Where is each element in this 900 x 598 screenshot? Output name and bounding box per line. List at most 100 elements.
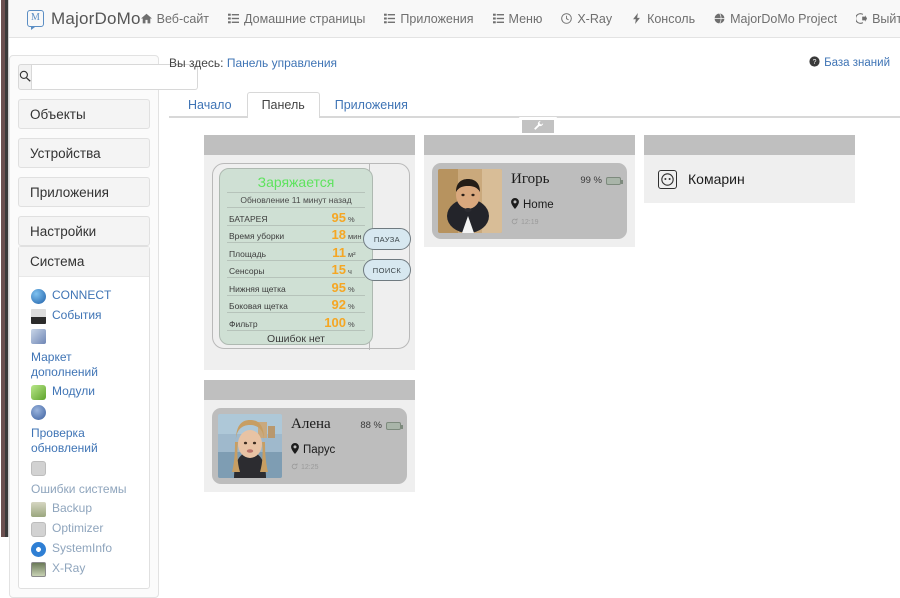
vacuum-find-button[interactable]: ПОИСК bbox=[363, 259, 411, 281]
nav-link-console[interactable]: Консоль bbox=[631, 12, 695, 26]
vacuum-update-text: Обновление 11 минут назад bbox=[227, 192, 365, 208]
sidebar-item-objects[interactable]: Объекты bbox=[18, 99, 150, 129]
nav-link-majordomo-project[interactable]: MajorDoMo Project bbox=[714, 12, 837, 26]
vacuum-stat-unit: % bbox=[348, 319, 355, 329]
sidebar-item-devices[interactable]: Устройства bbox=[18, 138, 150, 168]
panel-header bbox=[424, 135, 635, 155]
tab-panel[interactable]: Панель bbox=[246, 92, 320, 118]
vacuum-stat-row: Нижняя щетка 95 % bbox=[227, 278, 365, 296]
sidebar-item-label: Модули bbox=[52, 384, 95, 398]
sidebar-item-modules[interactable]: Модули bbox=[19, 382, 149, 402]
vacuum-button-label: ПОИСК bbox=[372, 265, 402, 275]
home-icon bbox=[140, 13, 152, 24]
backup-icon bbox=[31, 502, 46, 517]
person-updated-time: 12:25 bbox=[301, 464, 319, 471]
vacuum-stat-value: 15 bbox=[331, 262, 346, 277]
battery-percent: 99 % bbox=[580, 175, 602, 186]
battery-indicator: 88 % bbox=[360, 420, 403, 431]
nav-link-label: Домашние страницы bbox=[244, 11, 366, 26]
person-location: Home bbox=[511, 198, 621, 212]
person-card[interactable]: Игорь 99 % Home 12:19 bbox=[432, 163, 627, 239]
vacuum-stat-value: 95 bbox=[331, 279, 346, 295]
sidebar-group-title: Система bbox=[30, 254, 85, 269]
tabs-bar: Начало Панель Приложения bbox=[169, 90, 900, 136]
sidebar-item-connect[interactable]: CONNECT bbox=[19, 286, 149, 306]
brand-logo[interactable]: M MajorDoMo bbox=[27, 9, 141, 30]
svg-text:?: ? bbox=[813, 59, 817, 66]
nav-link-home-pages[interactable]: Домашние страницы bbox=[228, 12, 365, 26]
sidebar-system-list: CONNECT События Маркет дополнений Модули… bbox=[19, 277, 149, 588]
person-name: Алена bbox=[291, 416, 331, 432]
battery-icon bbox=[606, 176, 623, 185]
globe-icon bbox=[714, 13, 725, 24]
refresh-icon bbox=[291, 463, 298, 472]
panel-header bbox=[204, 135, 415, 155]
vacuum-stat-key: БАТАРЕЯ bbox=[229, 213, 268, 224]
sidebar-item-backup[interactable]: Backup bbox=[19, 499, 149, 519]
warning-icon bbox=[31, 461, 46, 476]
sidebar-item-events[interactable]: События bbox=[19, 306, 149, 326]
person-location-label: Парус bbox=[303, 444, 336, 456]
list-icon bbox=[492, 13, 504, 24]
tab-start[interactable]: Начало bbox=[173, 92, 247, 118]
logout-icon bbox=[856, 13, 868, 24]
sidebar-item-optimizer[interactable]: Optimizer bbox=[19, 519, 149, 539]
update-icon bbox=[31, 405, 46, 420]
person-info: Игорь 99 % Home 12:19 bbox=[511, 169, 623, 233]
breadcrumb: Вы здесь: Панель управления bbox=[160, 48, 900, 70]
sidebar-group-system: Система CONNECT События Маркет дополнени… bbox=[18, 246, 150, 589]
search-button[interactable] bbox=[18, 64, 32, 90]
nav-link-label: Выйти bbox=[872, 11, 900, 26]
sidebar-item-system-errors[interactable]: Ошибки системы bbox=[19, 458, 149, 499]
breadcrumb-current[interactable]: Панель управления bbox=[227, 56, 337, 70]
settings-wrench-button[interactable] bbox=[519, 117, 557, 136]
person-name: Игорь bbox=[511, 171, 550, 187]
vacuum-stat-value: 11 bbox=[332, 244, 346, 260]
vacuum-stat-key: Боковая щетка bbox=[229, 301, 288, 311]
sidebar-item-settings[interactable]: Настройки bbox=[18, 216, 150, 246]
socket-icon[interactable] bbox=[658, 169, 677, 189]
vacuum-stat-value: 92 bbox=[331, 297, 346, 312]
sidebar-item-label: События bbox=[52, 308, 102, 322]
nav-link-label: Веб-сайт bbox=[156, 11, 210, 26]
panel-header bbox=[204, 380, 415, 400]
nav-link-xray[interactable]: X-Ray bbox=[561, 12, 612, 26]
vacuum-controls: ПАУЗА ПОИСК bbox=[363, 228, 413, 290]
panel-device-komarin: Комарин bbox=[644, 135, 855, 203]
sidebar-item-applications[interactable]: Приложения bbox=[18, 177, 150, 207]
panel-body: Заряжается Обновление 11 минут назад БАТ… bbox=[204, 155, 415, 370]
list-icon bbox=[228, 13, 240, 24]
sidebar-item-label: Backup bbox=[52, 501, 93, 515]
panel-body: Комарин bbox=[644, 155, 855, 203]
nav-link-logout[interactable]: Выйти bbox=[856, 12, 900, 26]
main-content: Вы здесь: Панель управления ? База знани… bbox=[160, 48, 900, 492]
knowledge-base-link[interactable]: ? База знаний bbox=[809, 56, 890, 70]
nav-link-website[interactable]: Веб-сайт bbox=[140, 11, 210, 26]
sidebar-item-update-check[interactable]: Проверка обновлений bbox=[19, 402, 149, 458]
vacuum-stat-value: 18 bbox=[331, 227, 346, 242]
person-location-label: Home bbox=[523, 199, 554, 211]
tab-label: Приложения bbox=[334, 98, 408, 112]
person-location: Парус bbox=[291, 443, 401, 457]
device-label: Комарин bbox=[688, 171, 745, 187]
vacuum-pause-button[interactable]: ПАУЗА bbox=[363, 228, 411, 250]
sidebar-item-market[interactable]: Маркет дополнений bbox=[19, 326, 149, 382]
person-card[interactable]: Алена 88 % Парус 12:25 bbox=[212, 408, 407, 484]
nav-link-label: Меню bbox=[508, 11, 543, 26]
vacuum-stat-row: Фильтр 100 % bbox=[227, 313, 365, 331]
sidebar-item-systeminfo[interactable]: SystemInfo bbox=[19, 539, 149, 559]
sidebar-item-label: Маркет дополнений bbox=[31, 350, 98, 379]
vacuum-stat-row: БАТАРЕЯ 95 % bbox=[227, 208, 365, 226]
tab-applications[interactable]: Приложения bbox=[320, 92, 423, 118]
info-icon bbox=[31, 542, 46, 557]
tab-label: Панель bbox=[261, 98, 305, 112]
battery-indicator: 99 % bbox=[580, 175, 623, 186]
sidebar-group-system-header[interactable]: Система bbox=[19, 247, 149, 277]
vacuum-button-label: ПАУЗА bbox=[373, 234, 401, 244]
sidebar-item-xray[interactable]: X-Ray bbox=[19, 559, 149, 579]
nav-link-applications[interactable]: Приложения bbox=[384, 12, 474, 26]
nav-link-menu[interactable]: Меню bbox=[492, 11, 543, 26]
vacuum-stat-key: Время уборки bbox=[229, 231, 285, 241]
vacuum-widget-frame: Заряжается Обновление 11 минут назад БАТ… bbox=[212, 163, 413, 350]
panel-person-alena: Алена 88 % Парус 12:25 bbox=[204, 380, 415, 492]
